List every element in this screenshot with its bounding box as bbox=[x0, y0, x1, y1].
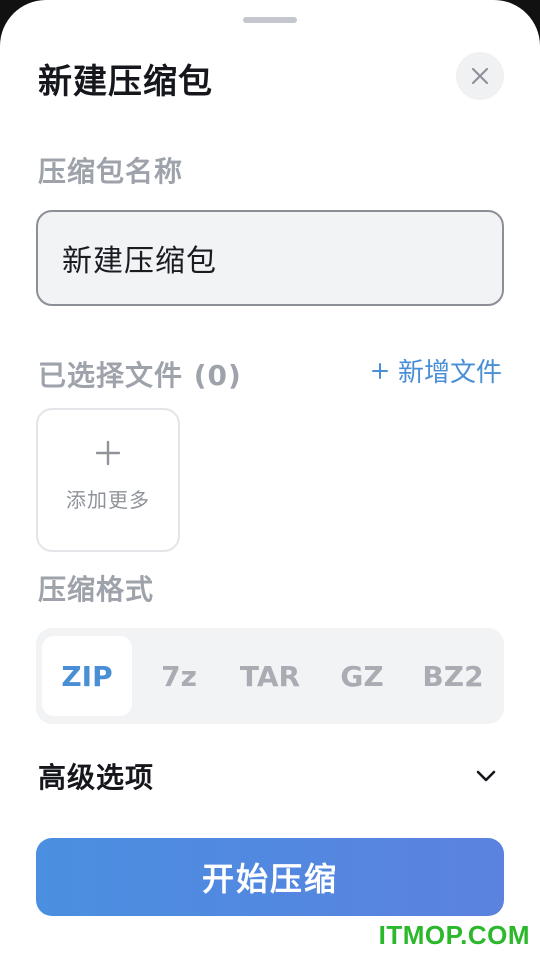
advanced-options-label: 高级选项 bbox=[38, 761, 155, 794]
format-option-7z[interactable]: 7z bbox=[134, 636, 224, 716]
add-more-label: 添加更多 bbox=[66, 488, 150, 512]
sheet-title: 新建压缩包 bbox=[38, 62, 213, 102]
format-option-zip[interactable]: ZIP bbox=[42, 636, 132, 716]
advanced-options-row[interactable]: 高级选项 bbox=[36, 748, 504, 804]
archive-name-label: 压缩包名称 bbox=[38, 155, 184, 188]
watermark-logo: ITMOP.COM bbox=[378, 920, 530, 950]
add-more-tile[interactable]: 添加更多 bbox=[36, 408, 180, 552]
close-button[interactable] bbox=[456, 52, 504, 100]
format-segmented-control: ZIP 7z TAR GZ BZ2 bbox=[36, 628, 504, 724]
start-compress-button[interactable]: 开始压缩 bbox=[36, 838, 504, 916]
chevron-down-icon bbox=[476, 770, 496, 782]
add-file-link[interactable]: 新增文件 bbox=[371, 352, 502, 389]
format-option-tar[interactable]: TAR bbox=[225, 636, 315, 716]
drag-handle[interactable] bbox=[243, 17, 297, 23]
plus-icon bbox=[95, 440, 121, 466]
format-label: 压缩格式 bbox=[38, 573, 155, 606]
format-option-bz2[interactable]: BZ2 bbox=[408, 636, 498, 716]
plus-icon bbox=[371, 362, 388, 379]
archive-name-input[interactable]: 新建压缩包 bbox=[36, 210, 504, 306]
new-archive-sheet: 新建压缩包 压缩包名称 新建压缩包 已选择文件 (0) 新增文件 添加更多 压缩… bbox=[0, 0, 540, 960]
close-icon bbox=[471, 67, 489, 85]
add-file-label: 新增文件 bbox=[397, 358, 502, 388]
format-option-gz[interactable]: GZ bbox=[317, 636, 407, 716]
selected-files-label: 已选择文件 (0) bbox=[38, 359, 242, 392]
